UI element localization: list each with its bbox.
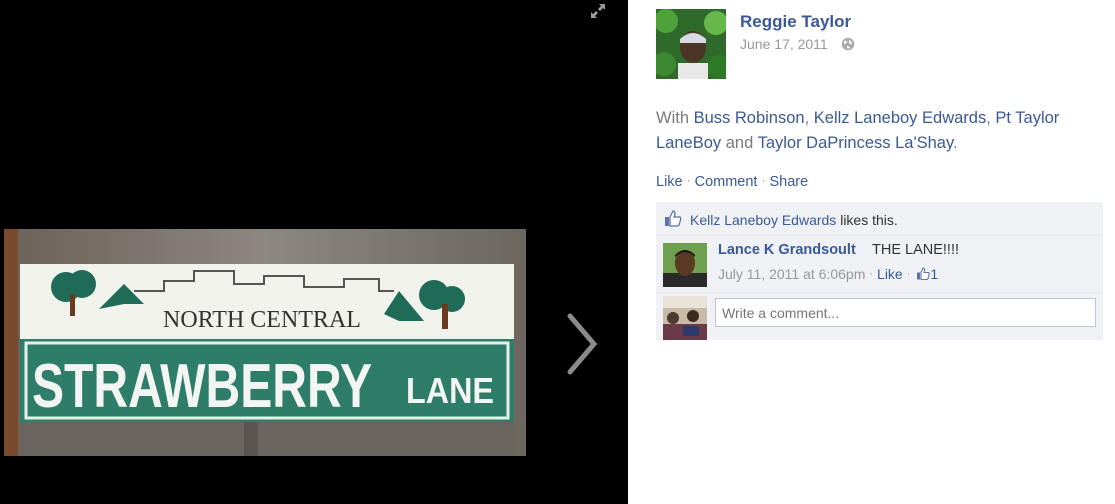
tagged-person-link[interactable]: Kellz Laneboy Edwards [814, 109, 986, 127]
comment-meta: July 11, 2011 at 6:06pm · Like · 1 [718, 266, 938, 282]
with-prefix: With [656, 109, 689, 127]
comment-input[interactable] [715, 298, 1096, 327]
share-link[interactable]: Share [769, 174, 808, 190]
meta-dot: · [869, 268, 874, 280]
comment-timestamp[interactable]: July 11, 2011 at 6:06pm [718, 266, 865, 282]
sign-main-text: STRAWBERRY [32, 352, 372, 421]
comment-link[interactable]: Comment [695, 174, 758, 190]
separator-comma: , [986, 109, 991, 127]
sign-top-text: NORTH CENTRAL [163, 307, 361, 333]
likes-summary: Kellz Laneboy Edwards likes this. [656, 202, 1103, 235]
current-user-avatar [663, 296, 707, 340]
sign-suffix-text: LANE [406, 370, 494, 411]
action-dot: · [761, 173, 766, 187]
thumbs-up-icon [665, 210, 682, 227]
liker-name-link[interactable]: Kellz Laneboy Edwards [690, 212, 836, 228]
commenter-name[interactable]: Lance K Grandsoult [718, 242, 856, 258]
separator-period: . [953, 134, 958, 152]
likes-suffix: likes this. [840, 212, 898, 228]
like-link[interactable]: Like [656, 174, 683, 190]
globe-icon [841, 37, 855, 51]
tagged-person-link[interactable]: Taylor DaPrincess La'Shay [758, 134, 953, 152]
reply-box [656, 293, 1103, 340]
feedback-box: Kellz Laneboy Edwards likes this. Lance … [656, 202, 1103, 340]
post-actions: Like · Comment · Share [656, 173, 808, 190]
post-date[interactable]: June 17, 2011 [740, 36, 828, 52]
comment-text: THE LANE!!!! [872, 242, 960, 258]
post-info-panel: Reggie Taylor June 17, 2011 With Buss Ro… [628, 0, 1115, 504]
action-dot: · [686, 173, 691, 187]
comment-item: Lance K Grandsoult THE LANE!!!! July 11,… [656, 236, 1103, 292]
post-author-name[interactable]: Reggie Taylor [740, 12, 851, 32]
photo-stage: NORTH CENTRAL STRAWBERRY LANE [0, 0, 628, 504]
commenter-avatar[interactable] [663, 243, 707, 287]
photo-street-sign: NORTH CENTRAL STRAWBERRY LANE [4, 229, 526, 456]
comment-like-count[interactable]: 1 [930, 266, 938, 282]
and-word: and [725, 134, 754, 152]
expand-icon[interactable] [588, 1, 608, 21]
comment-like-link[interactable]: Like [877, 266, 903, 282]
tagged-people: With Buss Robinson, Kellz Laneboy Edward… [656, 106, 1106, 156]
meta-dot: · [906, 268, 911, 280]
tagged-person-link[interactable]: Buss Robinson [694, 109, 805, 127]
separator-comma: , [804, 109, 810, 127]
next-photo-chevron-icon[interactable] [562, 312, 602, 376]
author-avatar[interactable] [652, 9, 731, 79]
thumbs-up-icon[interactable] [916, 267, 931, 280]
